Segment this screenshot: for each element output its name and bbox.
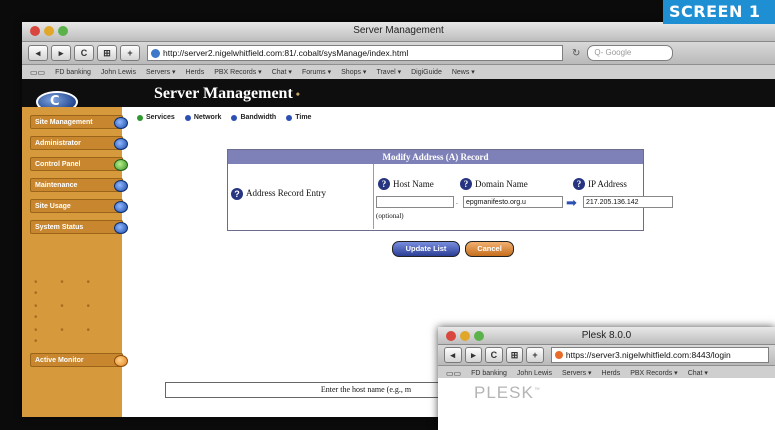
help-icon[interactable]: ? [460, 178, 472, 190]
title-bar: Plesk 8.0.0 [438, 327, 775, 345]
bookmarks-bar: ▭▭ FD banking John Lewis Servers ▾ Herds… [22, 65, 775, 80]
address-bar[interactable]: https://server3.nigelwhitfield.com:8443/… [550, 347, 769, 363]
screen-label: SCREEN 1 [663, 0, 775, 24]
search-input[interactable]: Q- Google [587, 45, 674, 61]
bookmark-item[interactable]: DigiGuide [411, 69, 442, 76]
page-title: Server Management • [154, 85, 300, 102]
ip-address-header: ? IP Address [573, 178, 627, 190]
bookmark-item[interactable]: Chat ▾ [272, 68, 292, 76]
sidebar-item-maintenance[interactable]: Maintenance [30, 178, 128, 192]
host-name-header: ? Host Name [378, 178, 434, 190]
bookmark-item[interactable]: Forums ▾ [302, 68, 331, 76]
window-title: Plesk 8.0.0 [581, 330, 632, 341]
bookmark-item[interactable]: John Lewis [517, 370, 552, 377]
sidebar-item-site-management[interactable]: Site Management [30, 115, 128, 129]
domain-name-input[interactable]: epgmanifesto.org.u [463, 196, 563, 208]
separator-dot: . [456, 199, 458, 206]
dot-icon [286, 114, 293, 121]
back-button[interactable]: ◂ [444, 347, 462, 363]
help-icon[interactable]: ? [573, 178, 585, 190]
row-label: Address Record Entry [246, 188, 326, 198]
window-title: Server Management [353, 25, 444, 36]
url-text: https://server3.nigelwhitfield.com:8443/… [565, 350, 731, 360]
tab-bandwidth[interactable]: Bandwidth [231, 114, 276, 121]
bookmark-item[interactable]: Herds [602, 370, 621, 377]
tab-network[interactable]: Network [184, 114, 221, 121]
dot-icon [231, 114, 238, 121]
decorative-dots: • • • • [34, 277, 101, 299]
bookmark-item[interactable]: John Lewis [101, 69, 136, 76]
new-tab-button[interactable]: + [526, 347, 544, 363]
plesk-logo: PLESK™ [474, 383, 541, 402]
help-icon[interactable]: ? [231, 188, 243, 200]
new-tab-button[interactable]: + [120, 45, 140, 61]
sidebar-item-administrator[interactable]: Administrator [30, 136, 128, 150]
arrow-right-icon: ➡ [566, 195, 577, 210]
forward-button[interactable]: ▸ [464, 347, 483, 363]
bookmark-item[interactable]: Chat ▾ [688, 369, 708, 377]
domain-name-header: ? Domain Name [460, 178, 528, 190]
host-name-input[interactable] [376, 196, 454, 208]
cancel-button[interactable]: Cancel [465, 241, 514, 257]
sidebar-item-system-status[interactable]: System Status [30, 220, 128, 234]
bookmark-item[interactable]: PBX Records ▾ [214, 68, 261, 76]
dot-icon [184, 114, 191, 121]
knob-icon [114, 180, 128, 192]
page-banner: C Server Management • [22, 79, 775, 113]
reload-button[interactable]: C [485, 347, 503, 363]
bookmark-item[interactable]: FD banking [471, 370, 507, 377]
knob-icon [114, 222, 128, 234]
tab-services[interactable]: Services [137, 114, 175, 121]
address-bar[interactable]: http://server2.nigelwhitfield.com:81/.co… [147, 45, 563, 61]
knob-icon [114, 138, 128, 150]
form-heading: Modify Address (A) Record [228, 150, 643, 164]
divider [373, 164, 374, 229]
optional-label: (optional) [376, 212, 404, 220]
knob-icon [114, 355, 128, 367]
sidebar-item-control-panel[interactable]: Control Panel [30, 157, 128, 171]
browser-toolbar: ◂ ▸ C ⊞ + http://server2.nigelwhitfield.… [22, 42, 775, 65]
url-text: http://server2.nigelwhitfield.com:81/.co… [163, 48, 409, 58]
knob-icon [114, 159, 128, 171]
address-record-form: Modify Address (A) Record ? Address Reco… [227, 149, 673, 231]
bookmarks-icon[interactable]: ▭▭ [30, 68, 45, 77]
sidebar-item-site-usage[interactable]: Site Usage [30, 199, 128, 213]
decorative-dots: • • • • [34, 325, 101, 347]
bookmark-item[interactable]: Travel ▾ [376, 68, 401, 76]
knob-icon [114, 117, 128, 129]
dot-icon [137, 114, 143, 121]
bookmark-add-button[interactable]: ⊞ [505, 347, 524, 363]
bookmark-item[interactable]: Servers ▾ [562, 369, 592, 377]
update-list-button[interactable]: Update List [392, 241, 460, 257]
ip-address-input[interactable]: 217.205.136.142 [583, 196, 673, 208]
back-button[interactable]: ◂ [28, 45, 48, 61]
plesk-window: Plesk 8.0.0 ◂ ▸ C ⊞ + https://server3.ni… [438, 327, 775, 430]
knob-icon [114, 201, 128, 213]
section-tabs: Services Network Bandwidth Time [137, 114, 311, 121]
bookmark-item[interactable]: Servers ▾ [146, 68, 176, 76]
tab-time[interactable]: Time [286, 114, 311, 121]
globe-icon [151, 48, 160, 58]
refresh-icon[interactable]: ↻ [572, 48, 580, 59]
sidebar: Site Management Administrator Control Pa… [22, 107, 128, 417]
bookmark-item[interactable]: FD banking [55, 69, 91, 76]
secure-icon [554, 351, 563, 359]
title-bar: Server Management [22, 22, 775, 42]
help-icon[interactable]: ? [378, 178, 390, 190]
bookmark-item[interactable]: Shops ▾ [341, 68, 366, 76]
bookmark-item[interactable]: News ▾ [452, 68, 475, 76]
bookmark-item[interactable]: PBX Records ▾ [630, 369, 677, 377]
sidebar-item-active-monitor[interactable]: Active Monitor [30, 353, 128, 367]
reload-button[interactable]: C [74, 45, 94, 61]
browser-toolbar: ◂ ▸ C ⊞ + https://server3.nigelwhitfield… [438, 345, 775, 366]
bookmark-add-button[interactable]: ⊞ [97, 45, 117, 61]
bookmark-item[interactable]: Herds [186, 69, 205, 76]
forward-button[interactable]: ▸ [51, 45, 71, 61]
decorative-dots: • • • • [34, 301, 101, 323]
plesk-page: PLESK™ [438, 378, 775, 430]
bookmarks-icon[interactable]: ▭▭ [446, 369, 461, 378]
